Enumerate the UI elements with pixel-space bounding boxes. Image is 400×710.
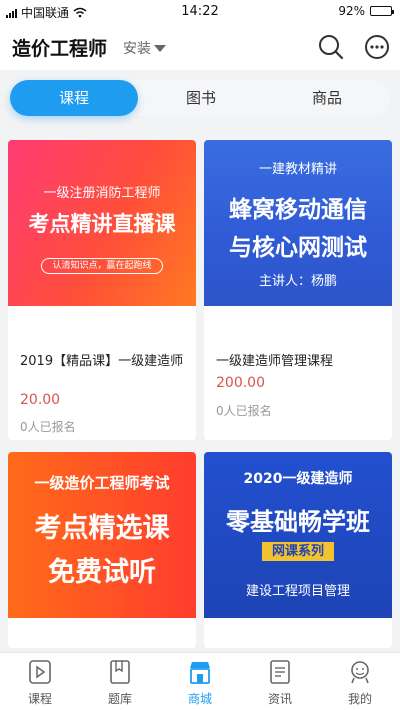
tab-books[interactable]: 图书 <box>138 80 264 116</box>
course-title: 一级建造师管理课程 <box>216 354 334 369</box>
nav-item-store[interactable]: 商城 <box>160 653 240 710</box>
tab-goods[interactable]: 商品 <box>264 80 390 116</box>
app-header: 造价工程师 安装 <box>0 24 400 70</box>
course-thumbnail: 2020一级建造师 零基础畅学班 网课系列 建设工程项目管理 <box>204 452 392 618</box>
course-card[interactable]: 一级注册消防工程师 考点精讲直播课 认清知识点，赢在起跑线 2019【精品课】一… <box>8 140 196 440</box>
battery-percent: 92% <box>338 4 365 18</box>
course-thumbnail: 一级注册消防工程师 考点精讲直播课 认清知识点，赢在起跑线 <box>8 140 196 306</box>
thumb-slogan: 认清知识点，赢在起跑线 <box>41 258 163 274</box>
thumb-line: 考点精选课 <box>34 513 170 544</box>
nav-item-profile[interactable]: 我的 <box>320 653 400 710</box>
more-icon[interactable] <box>362 32 392 62</box>
thumb-line: 考点精讲直播课 <box>28 212 176 236</box>
news-icon <box>270 660 290 684</box>
page-title: 造价工程师 <box>12 38 108 60</box>
category-tabs: 课程 图书 商品 <box>10 80 390 116</box>
thumb-tag: 网课系列 <box>261 542 334 561</box>
bottom-nav: 课程 题库 商城 资讯 我的 <box>0 652 400 710</box>
nav-label: 商城 <box>187 692 212 706</box>
play-icon <box>29 660 51 684</box>
install-label: 安装 <box>123 41 151 57</box>
thumb-line: 一级注册消防工程师 <box>43 186 161 201</box>
nav-label: 题库 <box>107 692 132 706</box>
course-thumbnail: 一建教材精讲 蜂窝移动通信 与核心网测试 主讲人：杨鹏 <box>204 140 392 306</box>
book-icon <box>110 660 130 684</box>
thumb-line: 建设工程项目管理 <box>245 584 350 599</box>
thumb-line: 一级造价工程师考试 <box>34 474 170 492</box>
thumb-line: 2020一级建造师 <box>243 471 353 487</box>
course-card[interactable]: 一级造价工程师考试 考点精选课 免费试听 <box>8 452 196 648</box>
store-icon <box>190 662 210 684</box>
course-title: 2019【精品课】一级建造师 <box>20 354 184 369</box>
nav-label: 资讯 <box>267 692 292 706</box>
enroll-count: 0人已报名 <box>20 420 76 434</box>
thumb-line: 主讲人：杨鹏 <box>258 274 337 289</box>
thumb-line: 蜂窝移动通信 <box>229 197 367 223</box>
course-card[interactable]: 2020一级建造师 零基础畅学班 网课系列 建设工程项目管理 <box>204 452 392 648</box>
thumb-line: 与核心网测试 <box>229 235 367 261</box>
thumb-line: 一建教材精讲 <box>258 162 337 177</box>
nav-item-news[interactable]: 资讯 <box>240 653 320 710</box>
status-right: 92% <box>338 4 394 18</box>
profile-icon <box>351 661 369 684</box>
thumb-line: 零基础畅学班 <box>226 508 370 536</box>
nav-item-questions[interactable]: 题库 <box>80 653 160 710</box>
nav-label: 我的 <box>347 692 372 706</box>
course-card[interactable]: 一建教材精讲 蜂窝移动通信 与核心网测试 主讲人：杨鹏 一级建造师管理课程 20… <box>204 140 392 440</box>
thumb-line: 免费试听 <box>48 557 156 588</box>
course-thumbnail: 一级造价工程师考试 考点精选课 免费试听 <box>8 452 196 618</box>
course-price: 200.00 <box>216 375 265 391</box>
nav-item-course[interactable]: 课程 <box>0 653 80 710</box>
course-price: 20.00 <box>20 392 61 408</box>
search-icon[interactable] <box>316 32 346 62</box>
thumb-line: 认清知识点，赢在起跑线 <box>8 258 196 274</box>
status-bar: 中国联通 14:22 92% <box>0 0 400 24</box>
tab-course[interactable]: 课程 <box>10 80 138 116</box>
thumb-line: 网课系列 <box>204 540 392 561</box>
nav-label: 课程 <box>27 692 52 706</box>
install-dropdown[interactable]: 安装 <box>123 38 166 58</box>
enroll-count: 0人已报名 <box>216 404 272 418</box>
battery-icon <box>370 6 394 16</box>
caret-down-icon <box>154 44 166 52</box>
